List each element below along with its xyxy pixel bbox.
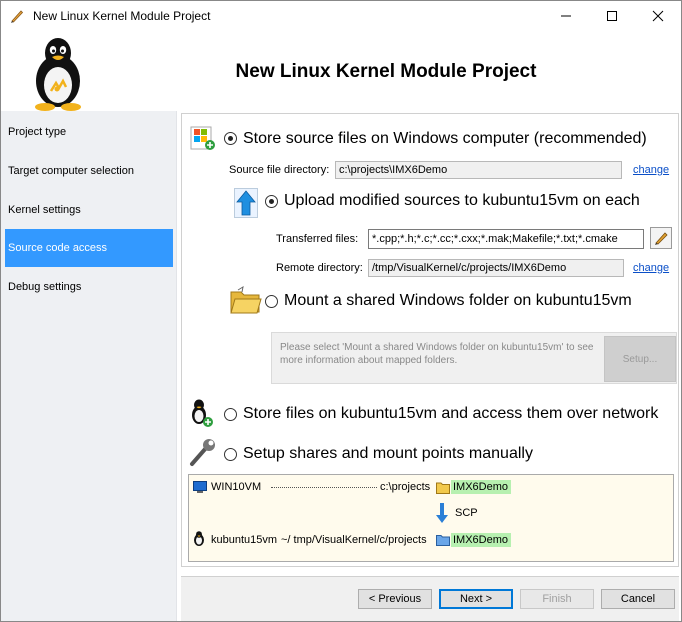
transferred-files-label: Transferred files:	[276, 233, 359, 245]
mount-info-message: Please select 'Mount a shared Windows fo…	[280, 342, 594, 366]
minimize-icon	[561, 15, 571, 17]
next-button[interactable]: Next >	[439, 589, 513, 609]
sidebar-item-target-computer-selection[interactable]: Target computer selection	[5, 152, 173, 190]
linux-network-icon	[192, 399, 213, 427]
remote-dir-field[interactable]: /tmp/VisualKernel/c/projects/IMX6Demo	[368, 259, 624, 277]
wizard-window: New Linux Kernel Module Project New Linu…	[0, 0, 682, 622]
finish-button[interactable]: Finish	[520, 589, 594, 609]
mount-info-box: Please select 'Mount a shared Windows fo…	[271, 332, 677, 384]
edit-transferred-files-button[interactable]	[650, 227, 672, 249]
source-dir-field[interactable]: c:\projects\IMX6Demo	[335, 161, 622, 179]
change-remote-dir-link[interactable]: change	[633, 262, 669, 274]
shared-folder-icon	[436, 482, 450, 494]
windows-path: c:\projects	[380, 481, 431, 493]
sidebar-item-debug-settings[interactable]: Debug settings	[5, 268, 173, 306]
store-linux-radio[interactable]	[224, 408, 237, 421]
linux-path: ~/ tmp/VisualKernel/c/projects	[281, 534, 427, 546]
page-heading: New Linux Kernel Module Project	[235, 61, 537, 82]
cancel-button[interactable]: Cancel	[601, 589, 675, 609]
windows-pc-icon	[193, 481, 207, 493]
wizard-footer: < Previous Next > Finish Cancel	[181, 576, 679, 621]
close-button[interactable]	[635, 1, 681, 31]
setup-mount-button[interactable]: Setup...	[604, 336, 676, 382]
store-windows-radio[interactable]	[224, 132, 237, 145]
linux-folder-chip: IMX6Demo	[451, 533, 512, 547]
title-bar: New Linux Kernel Module Project	[1, 1, 681, 31]
mapping-diagram: WIN10VM c:\projects IMX6Demo SCP kubuntu…	[188, 474, 674, 562]
linux-penguin-icon	[194, 531, 204, 546]
down-arrow-icon	[436, 503, 448, 523]
sidebar-item-source-code-access[interactable]: Source code access	[5, 229, 173, 267]
wrench-icon	[190, 439, 215, 466]
change-source-dir-link[interactable]: change	[633, 164, 669, 176]
store-linux-label: Store files on kubuntu15vm and access th…	[243, 405, 659, 422]
transfer-method: SCP	[455, 507, 478, 519]
source-dir-label: Source file directory:	[229, 164, 330, 176]
tux-penguin-logo	[35, 38, 81, 111]
windows-computer-icon	[190, 126, 215, 150]
maximize-icon	[607, 11, 617, 21]
windows-connector-line	[271, 487, 377, 488]
close-icon	[652, 10, 664, 22]
remote-dir-label: Remote directory:	[276, 262, 363, 274]
transferred-files-input[interactable]: *.cpp;*.h;*.c;*.cc;*.cxx;*.mak;Makefile;…	[368, 229, 644, 249]
manual-setup-radio[interactable]	[224, 448, 237, 461]
linux-folder-icon	[436, 535, 450, 546]
upload-sources-radio[interactable]	[265, 195, 278, 208]
store-windows-label: Store source files on Windows computer (…	[243, 130, 647, 147]
source-access-panel: Store source files on Windows computer (…	[181, 113, 679, 567]
shared-folder-icon	[230, 286, 262, 314]
upload-sources-label: Upload modified sources to kubuntu15vm o…	[284, 192, 640, 209]
window-title: New Linux Kernel Module Project	[33, 9, 211, 23]
wizard-pen-icon	[11, 10, 24, 23]
upload-arrow-icon	[234, 188, 258, 218]
minimize-button[interactable]	[543, 1, 589, 31]
wizard-steps-sidebar: Project type Target computer selection K…	[1, 111, 177, 621]
manual-setup-label: Setup shares and mount points manually	[243, 445, 533, 462]
maximize-button[interactable]	[589, 1, 635, 31]
wizard-header: New Linux Kernel Module Project	[1, 31, 681, 111]
windows-host-name: WIN10VM	[211, 481, 262, 493]
windows-folder-chip: IMX6Demo	[451, 480, 512, 494]
mount-shared-folder-label: Mount a shared Windows folder on kubuntu…	[284, 292, 632, 309]
previous-button[interactable]: < Previous	[358, 589, 432, 609]
sidebar-item-kernel-settings[interactable]: Kernel settings	[5, 191, 173, 229]
linux-host-name: kubuntu15vm	[211, 534, 278, 546]
sidebar-item-project-type[interactable]: Project type	[5, 113, 173, 151]
mount-shared-folder-radio[interactable]	[265, 295, 278, 308]
pencil-icon	[655, 232, 668, 245]
